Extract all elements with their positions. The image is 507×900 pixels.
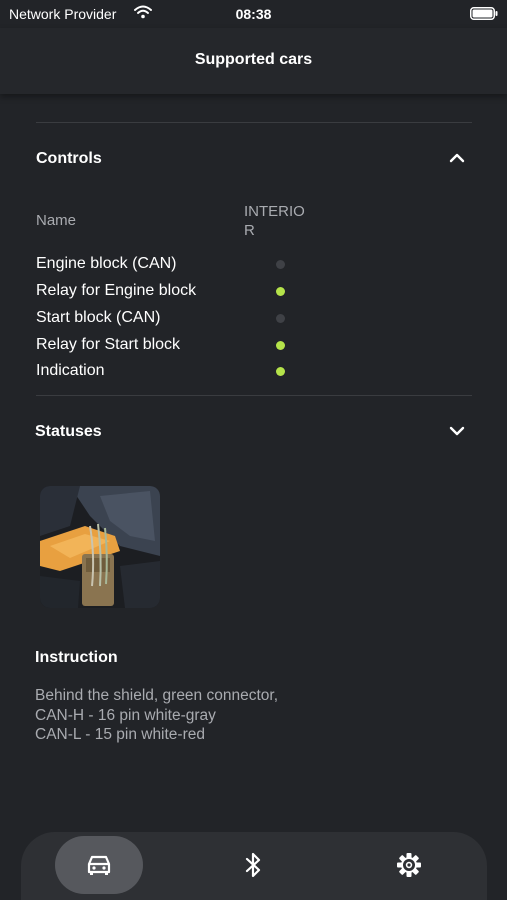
divider (36, 395, 472, 396)
bottom-navigation (21, 832, 487, 900)
nav-item-cars[interactable] (55, 836, 143, 894)
status-dot (276, 314, 285, 323)
clock: 08:38 (235, 6, 272, 22)
instruction-title: Instruction (35, 649, 118, 666)
control-label: Engine block (CAN) (36, 255, 177, 272)
control-row: Indication (36, 359, 466, 383)
status-dot (276, 367, 285, 376)
statuses-section-title[interactable]: Statuses (35, 423, 102, 441)
battery-icon (470, 7, 498, 23)
status-dot (276, 287, 285, 296)
controls-section-title: Controls (36, 150, 102, 167)
control-row: Relay for Engine block (36, 279, 466, 303)
instruction-line: CAN-H - 16 pin white-gray (35, 706, 216, 724)
chevron-up-icon[interactable] (447, 148, 467, 168)
nav-item-bluetooth[interactable] (209, 836, 297, 894)
control-label: Relay for Engine block (36, 282, 197, 299)
control-label: Indication (36, 362, 105, 379)
control-label: Start block (CAN) (36, 309, 161, 326)
nav-item-settings[interactable] (365, 836, 453, 894)
name-column-header: Name (36, 212, 77, 229)
instruction-text: Behind the shield, green connector, CAN-… (35, 686, 455, 745)
chevron-down-icon[interactable] (447, 421, 467, 441)
control-label: Relay for Start block (36, 336, 181, 353)
instruction-line: Behind the shield, green connector, (35, 687, 279, 704)
interior-column-header: INTERIOR (244, 203, 305, 239)
status-dot (276, 260, 285, 269)
status-bar: Network Provider 08:38 (0, 0, 507, 28)
app-header: Supported cars (0, 28, 507, 94)
control-row: Relay for Start block (36, 333, 466, 357)
installation-photo[interactable] (40, 486, 160, 608)
control-row: Engine block (CAN) (36, 252, 466, 276)
instruction-line: CAN-L - 15 pin white-red (35, 726, 205, 743)
status-dot (276, 341, 285, 350)
divider (36, 122, 472, 123)
page-title: Supported cars (194, 51, 313, 68)
control-row: Start block (CAN) (36, 306, 466, 330)
